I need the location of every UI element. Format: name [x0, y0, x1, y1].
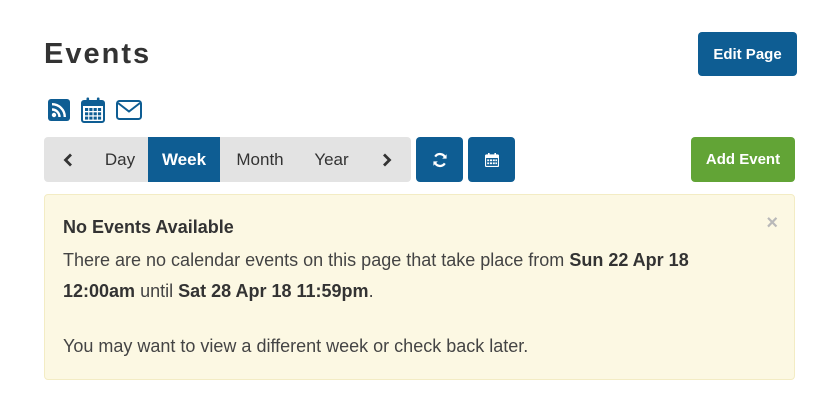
refresh-button[interactable]	[416, 137, 463, 182]
alert-until: until	[140, 281, 174, 301]
alert-message: There are no calendar events on this pag…	[63, 245, 753, 307]
rss-icon[interactable]	[48, 99, 70, 121]
refresh-icon	[432, 152, 447, 167]
envelope-icon[interactable]	[116, 100, 142, 120]
view-year-tab[interactable]: Year	[300, 137, 363, 182]
alert-title: No Events Available	[63, 217, 234, 237]
date-picker-button[interactable]	[468, 137, 515, 182]
add-event-button[interactable]: Add Event	[691, 137, 795, 182]
view-month-tab[interactable]: Month	[220, 137, 300, 182]
calendar-icon[interactable]	[81, 97, 105, 123]
chevron-left-icon	[63, 153, 72, 166]
view-day-tab[interactable]: Day	[92, 137, 148, 182]
close-icon[interactable]: ×	[766, 213, 778, 233]
view-week-tab[interactable]: Week	[148, 137, 220, 182]
chevron-right-icon	[383, 153, 392, 166]
alert-end-punct: .	[368, 281, 374, 301]
previous-button[interactable]	[44, 137, 92, 182]
calendar-icon	[484, 152, 499, 167]
feed-icons	[48, 96, 142, 124]
alert-suggestion: You may want to view a different week or…	[63, 336, 529, 356]
next-button[interactable]	[363, 137, 411, 182]
alert-end-date: Sat 28 Apr 18 11:59pm	[178, 281, 369, 301]
view-switcher: Day Week Month Year	[44, 137, 411, 182]
page-title: Events	[44, 38, 152, 70]
no-events-alert: No Events Available × There are no calen…	[44, 194, 795, 380]
edit-page-button[interactable]: Edit Page	[698, 32, 797, 76]
alert-message-prefix: There are no calendar events on this pag…	[63, 250, 565, 270]
